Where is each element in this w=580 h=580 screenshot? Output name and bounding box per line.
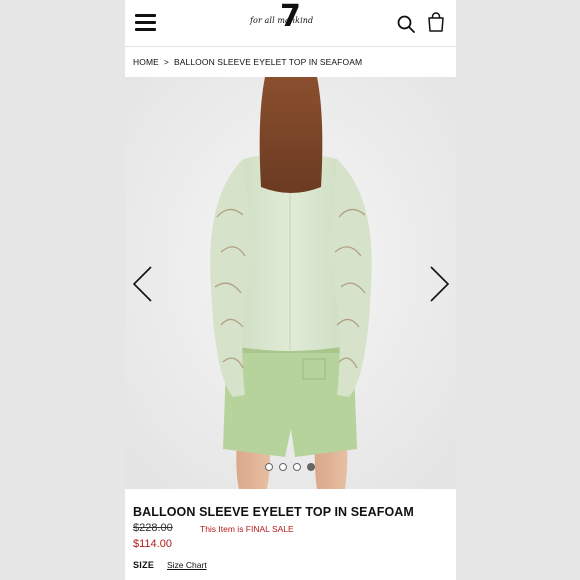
menu-icon[interactable] — [135, 14, 156, 31]
product-title: BALLOON SLEEVE EYELET TOP IN SEAFOAM — [133, 505, 414, 519]
brand-logo[interactable]: 7 for all mankind — [250, 2, 330, 38]
original-price: $228.00 — [133, 522, 173, 534]
carousel-dot-4[interactable] — [307, 463, 315, 471]
carousel-pagination — [265, 463, 325, 473]
chevron-right-icon[interactable] — [429, 265, 451, 303]
carousel-dot-2[interactable] — [279, 463, 287, 471]
breadcrumb-separator: > — [163, 57, 169, 67]
carousel-dot-3[interactable] — [293, 463, 301, 471]
carousel-dot-1[interactable] — [265, 463, 273, 471]
search-icon[interactable] — [397, 15, 415, 33]
product-photo — [125, 77, 456, 489]
breadcrumb: HOME > BALLOON SLEEVE EYELET TOP IN SEAFOA… — [133, 57, 362, 67]
sale-price: $114.00 — [133, 538, 172, 550]
breadcrumb-current: BALLOON SLEEVE EYELET TOP IN SEAFOAM — [173, 57, 363, 67]
logo-text: for all mankind — [250, 16, 314, 25]
product-image-carousel[interactable] — [125, 77, 456, 489]
mobile-page: 7 for all mankind HOME > BALLOON SLEEVE EY… — [125, 0, 456, 580]
breadcrumb-home-link[interactable]: HOME — [133, 57, 159, 67]
chevron-left-icon[interactable] — [131, 265, 153, 303]
size-chart-link[interactable]: Size Chart — [167, 560, 207, 570]
site-header: 7 for all mankind — [125, 0, 456, 47]
final-sale-note: This Item is FINAL SALE — [200, 524, 294, 534]
size-label: SIZE — [133, 560, 155, 570]
shopping-bag-icon[interactable] — [427, 12, 445, 32]
